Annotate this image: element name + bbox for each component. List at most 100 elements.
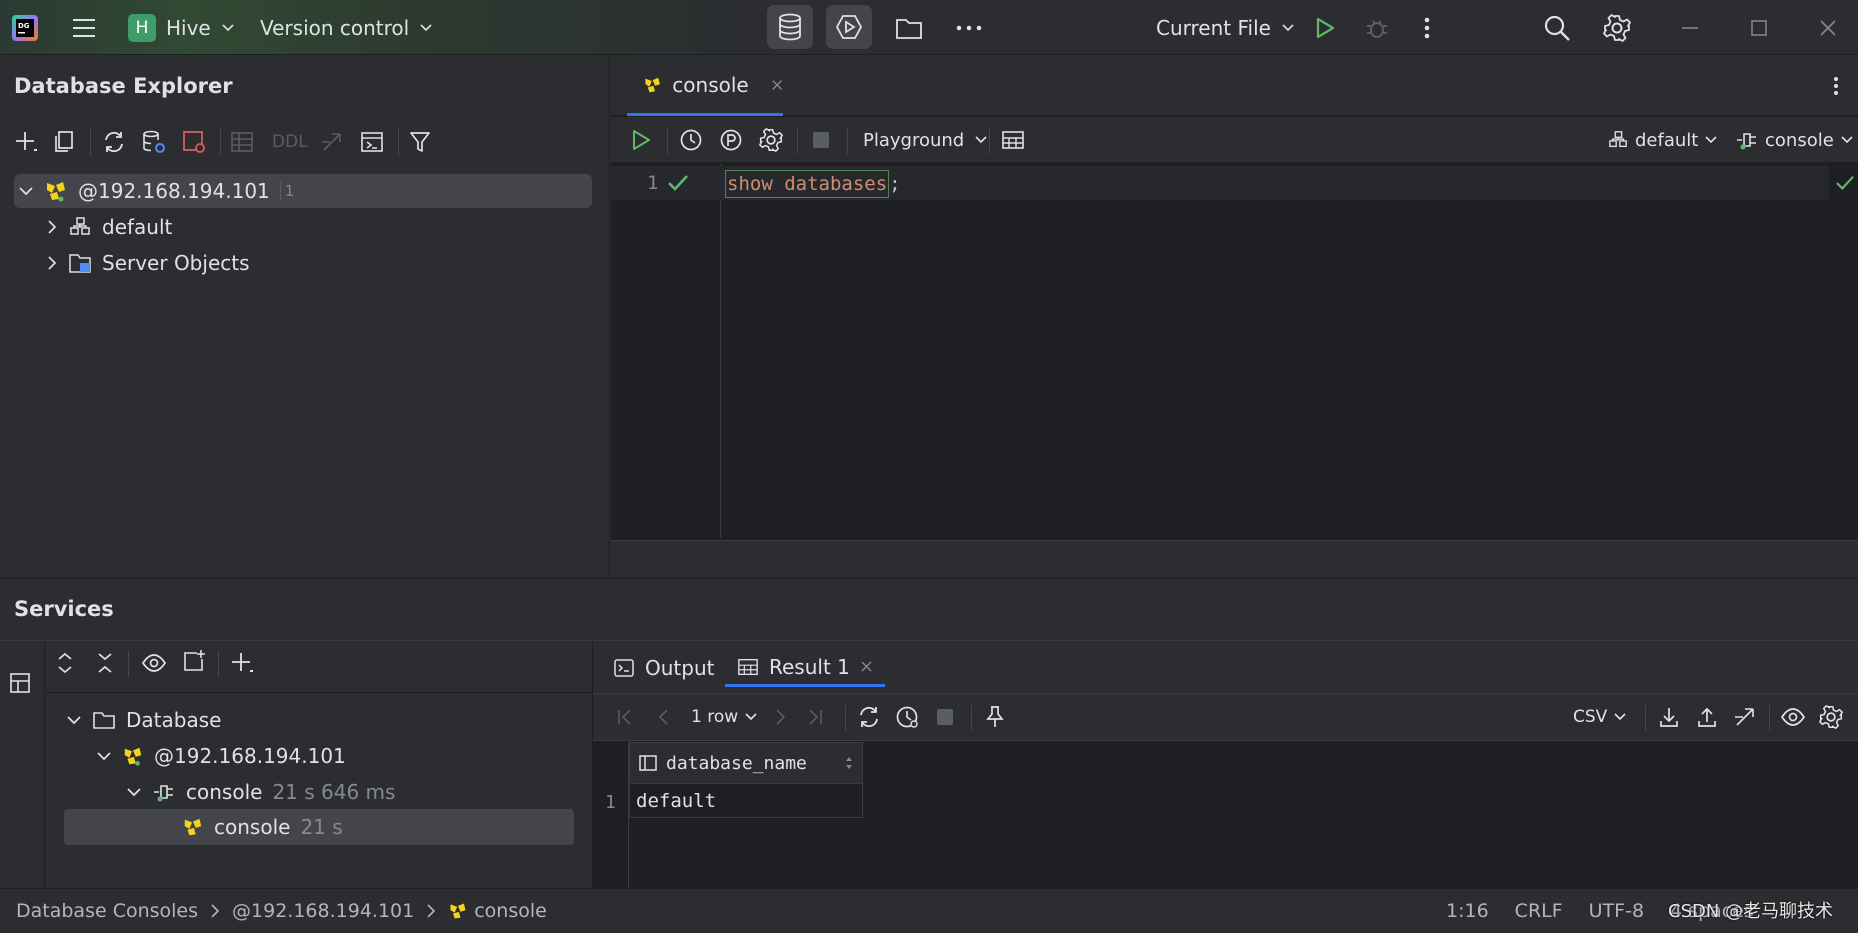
export-format-label: CSV	[1573, 707, 1608, 727]
app-logo[interactable]: DG	[12, 0, 38, 55]
folder-icon[interactable]	[892, 0, 926, 55]
download-icon[interactable]	[1655, 703, 1683, 731]
settings-gear-icon[interactable]	[1602, 0, 1632, 55]
close-tab-icon[interactable]	[860, 660, 873, 673]
datasource-properties-icon[interactable]	[140, 128, 168, 156]
next-page-icon[interactable]	[769, 703, 793, 731]
view-icon[interactable]	[1779, 703, 1807, 731]
services-tree-connection[interactable]: @192.168.194.101	[96, 739, 346, 773]
editor-more-icon[interactable]	[1829, 74, 1843, 98]
view-options-icon[interactable]	[140, 649, 168, 677]
sort-icon[interactable]	[844, 755, 854, 771]
run-config-selector[interactable]: Current File	[1156, 0, 1295, 55]
row-count-selector[interactable]: 1 row	[691, 703, 758, 731]
search-icon[interactable]	[1542, 0, 1572, 55]
close-window-icon[interactable]	[1814, 0, 1842, 55]
breadcrumb-item[interactable]: console	[474, 900, 547, 922]
open-console-icon[interactable]	[358, 128, 386, 156]
expand-all-icon[interactable]	[52, 649, 78, 677]
chevron-down-icon	[1614, 713, 1626, 721]
vcs-selector[interactable]: Version control	[260, 0, 433, 55]
export-format-selector[interactable]: CSV	[1573, 703, 1627, 731]
mode-label: Playground	[863, 129, 965, 151]
sql-keyword: show databases	[725, 169, 890, 198]
status-bar: Database Consoles @192.168.194.101 conso…	[0, 888, 1858, 933]
execute-icon[interactable]	[627, 126, 655, 154]
first-page-icon[interactable]	[613, 703, 637, 731]
chevron-down-icon	[1282, 23, 1294, 31]
file-encoding[interactable]: UTF-8	[1589, 900, 1644, 922]
add-service-icon[interactable]	[228, 649, 256, 677]
reload-icon[interactable]	[855, 703, 883, 731]
chevron-right-icon	[48, 220, 57, 234]
schema-label: default	[102, 215, 173, 239]
filter-icon[interactable]	[406, 128, 434, 156]
tab-result[interactable]: Result 1	[725, 649, 885, 687]
mode-selector[interactable]: Playground	[863, 126, 988, 154]
layout-toggle-icon[interactable]	[6, 669, 34, 697]
compare-icon[interactable]	[1731, 703, 1759, 731]
services-tool-icon[interactable]	[826, 5, 872, 49]
history-icon[interactable]	[677, 126, 705, 154]
tab-console[interactable]: console	[627, 56, 783, 116]
new-tab-icon[interactable]	[180, 647, 208, 675]
editor-panel: console Playground default console 1 sho…	[611, 56, 1858, 578]
table-cell[interactable]: default	[629, 784, 863, 818]
session-selector[interactable]: console	[1735, 126, 1854, 154]
chevron-down-icon	[1841, 136, 1853, 144]
more-icon[interactable]	[952, 0, 986, 55]
explorer-toolbar: DDL	[0, 120, 610, 164]
minimize-icon[interactable]	[1676, 0, 1704, 55]
result-table-icon[interactable]	[999, 126, 1027, 154]
caret-position[interactable]: 1:16	[1446, 900, 1489, 922]
code-line[interactable]: show databases;	[725, 168, 901, 199]
upload-icon[interactable]	[1693, 703, 1721, 731]
table-icon	[738, 658, 758, 675]
row-number-gutter	[593, 742, 629, 888]
duplicate-icon[interactable]	[50, 128, 78, 156]
debug-icon[interactable]	[1362, 0, 1392, 55]
add-icon[interactable]	[12, 128, 40, 156]
run-icon[interactable]	[1310, 0, 1340, 55]
ddl-button[interactable]: DDL	[272, 132, 308, 152]
line-ending[interactable]: CRLF	[1515, 900, 1563, 922]
disconnect-icon[interactable]	[180, 128, 208, 156]
schema-icon	[1609, 131, 1627, 148]
services-tree-database[interactable]: Database	[66, 703, 221, 737]
column-header[interactable]: database_name	[629, 742, 863, 784]
maximize-icon[interactable]	[1745, 0, 1773, 55]
refresh-icon[interactable]	[100, 128, 128, 156]
breadcrumb-item[interactable]: @192.168.194.101	[232, 900, 414, 922]
settings-icon[interactable]	[757, 126, 785, 154]
tab-output-label: Output	[645, 656, 715, 680]
collapse-all-icon[interactable]	[92, 649, 118, 677]
schema-selector[interactable]: default	[1607, 126, 1718, 154]
services-tree-console[interactable]: console 21 s	[182, 810, 343, 844]
editor-bottom-strip	[611, 540, 1858, 578]
stop-icon[interactable]	[931, 703, 959, 731]
tab-output[interactable]: Output	[613, 649, 714, 687]
table-icon[interactable]	[228, 128, 256, 156]
previous-page-icon[interactable]	[651, 703, 675, 731]
server-objects-node[interactable]: Server Objects	[46, 246, 250, 280]
chevron-down-icon	[127, 788, 141, 797]
schema-node-default[interactable]: default	[46, 210, 172, 244]
history-icon[interactable]	[893, 703, 921, 731]
jump-to-icon[interactable]	[318, 128, 346, 156]
database-explorer-panel: Database Explorer DDL @192.168.194.101 1…	[0, 56, 610, 578]
more-vertical-icon[interactable]	[1414, 0, 1440, 55]
database-tool-icon[interactable]	[767, 5, 813, 49]
project-selector[interactable]: H Hive	[128, 0, 235, 55]
connection-node[interactable]: @192.168.194.101 1	[18, 174, 294, 208]
project-name: Hive	[166, 15, 211, 40]
main-menu-icon[interactable]	[68, 0, 100, 55]
chevron-down-icon	[222, 23, 234, 31]
last-page-icon[interactable]	[803, 703, 827, 731]
explain-plan-icon[interactable]	[717, 126, 745, 154]
breadcrumb-item[interactable]: Database Consoles	[16, 900, 198, 922]
services-tree-session[interactable]: console 21 s 646 ms	[126, 775, 395, 809]
pin-icon[interactable]	[981, 703, 1009, 731]
settings-icon[interactable]	[1817, 703, 1845, 731]
stop-icon[interactable]	[807, 126, 835, 154]
close-tab-icon[interactable]	[771, 78, 783, 92]
